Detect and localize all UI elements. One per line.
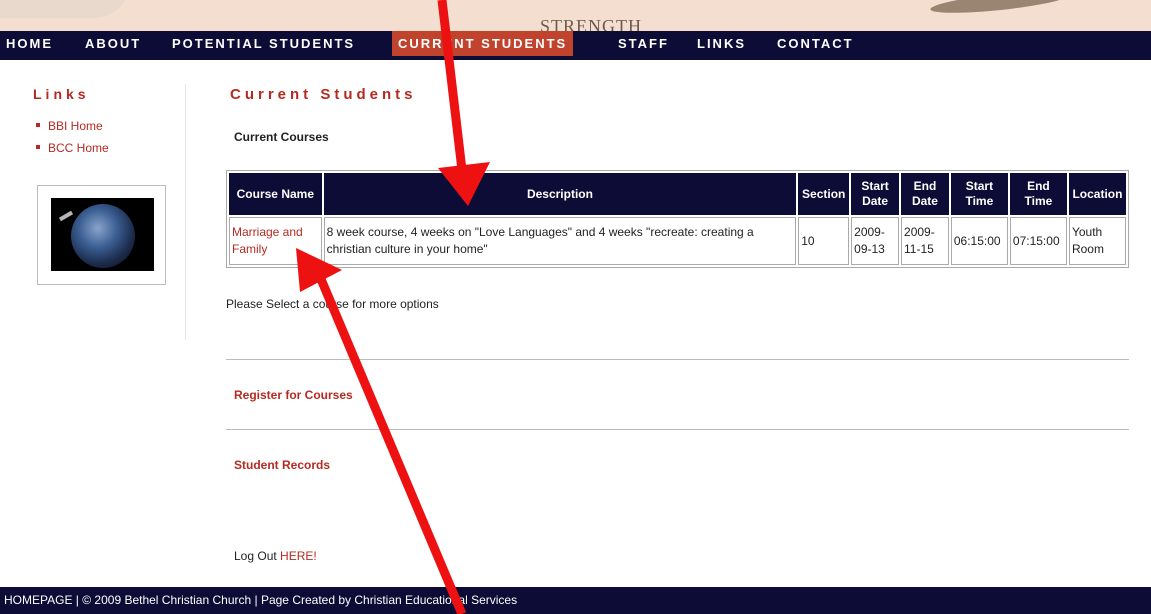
divider (226, 359, 1129, 360)
col-location: Location (1068, 173, 1126, 215)
cell-course-name: Marriage and Family (229, 217, 322, 265)
col-start-time: Start Time (950, 173, 1008, 215)
table-row: Marriage and Family 8 week course, 4 wee… (229, 217, 1126, 265)
divider (226, 429, 1129, 430)
course-link[interactable]: Marriage and Family (232, 225, 303, 256)
cell-start-date: 2009-09-13 (851, 217, 900, 265)
cell-description: 8 week course, 4 weeks on "Love Language… (323, 217, 797, 265)
logout-label: Log Out (234, 549, 277, 563)
select-course-note: Please Select a course for more options (226, 297, 439, 311)
earth-image (51, 198, 154, 271)
bullet-icon (36, 144, 40, 149)
main-nav: HOME ABOUT POTENTIAL STUDENTS CURRENT ST… (0, 31, 1151, 60)
cell-end-date: 2009-11-15 (901, 217, 949, 265)
sidebar-link-bcc-home[interactable]: BCC Home (36, 140, 109, 162)
col-section: Section (798, 173, 850, 215)
logout-line: Log Out HERE! (234, 549, 317, 563)
satellite-icon (58, 210, 74, 222)
register-for-courses-link[interactable]: Register for Courses (234, 388, 353, 402)
col-start-date: Start Date (851, 173, 900, 215)
footer: HOMEPAGE | © 2009 Bethel Christian Churc… (0, 587, 1151, 614)
col-end-time: End Time (1009, 173, 1067, 215)
page-title: Current Students (230, 86, 417, 103)
banner-stone-image (929, 0, 1071, 18)
nav-home[interactable]: HOME (0, 31, 59, 56)
nav-current-students[interactable]: CURRENT STUDENTS (392, 31, 574, 56)
footer-text: HOMEPAGE | © 2009 Bethel Christian Churc… (4, 593, 518, 607)
col-course-name: Course Name (229, 173, 322, 215)
sidebar-link-bbi-home[interactable]: BBI Home (36, 118, 109, 140)
sidebar-image-frame (37, 185, 166, 285)
student-records-link[interactable]: Student Records (234, 458, 330, 472)
sidebar-link-label: BBI Home (48, 119, 103, 133)
cell-start-time: 06:15:00 (950, 217, 1008, 265)
nav-about[interactable]: ABOUT (79, 31, 147, 56)
nav-staff[interactable]: STAFF (612, 31, 675, 56)
cell-end-time: 07:15:00 (1009, 217, 1067, 265)
nav-contact[interactable]: CONTACT (771, 31, 860, 56)
table-header-row: Course Name Description Section Start Da… (229, 173, 1126, 215)
bullet-icon (36, 122, 40, 127)
sidebar-divider (185, 84, 186, 340)
col-description: Description (323, 173, 797, 215)
earth-globe-icon (71, 204, 135, 268)
sidebar-link-label: BCC Home (48, 141, 109, 155)
section-heading-current-courses: Current Courses (234, 130, 329, 144)
nav-potential-students[interactable]: POTENTIAL STUDENTS (166, 31, 361, 56)
annotation-arrows (296, 0, 490, 614)
header-banner: STRENGTH (0, 0, 1151, 31)
banner-text: STRENGTH (540, 16, 642, 31)
sidebar-title: Links (33, 86, 90, 102)
nav-links[interactable]: LINKS (691, 31, 752, 56)
cell-section: 10 (798, 217, 850, 265)
cell-location: Youth Room (1068, 217, 1126, 265)
courses-table: Course Name Description Section Start Da… (226, 170, 1129, 268)
sidebar-links: BBI Home BCC Home (36, 118, 109, 162)
logout-link[interactable]: HERE! (280, 549, 317, 563)
col-end-date: End Date (901, 173, 949, 215)
banner-decoration (0, 0, 130, 18)
